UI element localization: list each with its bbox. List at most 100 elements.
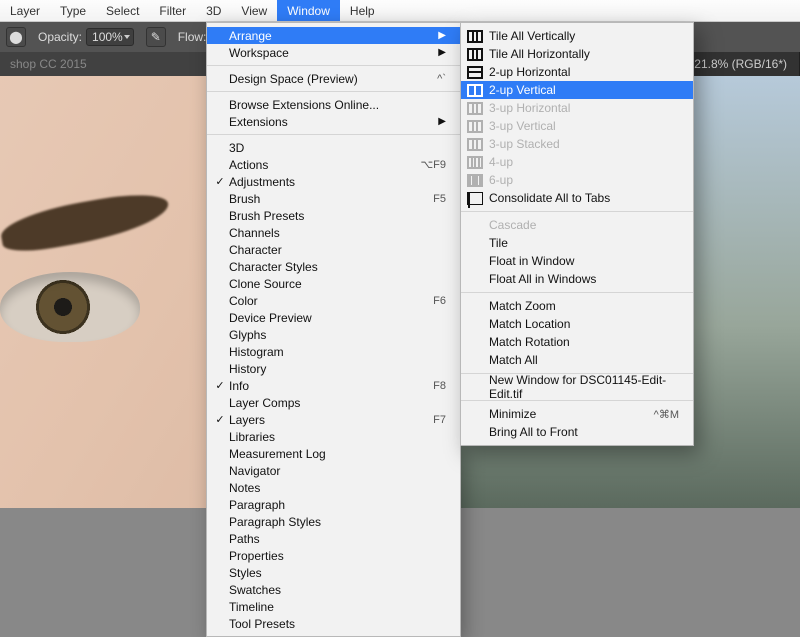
layout-icon [467, 174, 483, 187]
submenu-item-bring-all-to-front[interactable]: Bring All to Front [461, 423, 693, 441]
submenu-item-label: Match Zoom [489, 299, 679, 313]
menu-item-notes[interactable]: Notes [207, 479, 460, 496]
menu-shortcut: ⌥F9 [420, 158, 446, 171]
menu-item-layers[interactable]: ✓LayersF7 [207, 411, 460, 428]
menu-item-label: Paths [227, 532, 446, 546]
menu-shortcut: F5 [433, 193, 446, 205]
submenu-item-2-up-vertical[interactable]: 2-up Vertical [461, 81, 693, 99]
menu-item-styles[interactable]: Styles [207, 564, 460, 581]
menu-item-label: Brush Presets [227, 209, 446, 223]
submenu-item-match-all[interactable]: Match All [461, 351, 693, 369]
menu-item-adjustments[interactable]: ✓Adjustments [207, 173, 460, 190]
menu-item-label: Workspace [227, 46, 430, 60]
submenu-item-2-up-horizontal[interactable]: 2-up Horizontal [461, 63, 693, 81]
menu-item-label: Actions [227, 158, 420, 172]
menubar-item-layer[interactable]: Layer [0, 0, 50, 21]
menu-item-3d[interactable]: 3D [207, 139, 460, 156]
menu-item-label: Libraries [227, 430, 446, 444]
menubar-item-help[interactable]: Help [340, 0, 385, 21]
menu-item-character-styles[interactable]: Character Styles [207, 258, 460, 275]
menu-item-label: Device Preview [227, 311, 446, 325]
submenu-item-6-up: 6-up [461, 171, 693, 189]
menu-item-navigator[interactable]: Navigator [207, 462, 460, 479]
submenu-item-tile-all-horizontally[interactable]: Tile All Horizontally [461, 45, 693, 63]
submenu-arrow-icon: ▶ [430, 47, 446, 58]
menu-separator [207, 134, 460, 135]
menu-item-libraries[interactable]: Libraries [207, 428, 460, 445]
submenu-item-label: 6-up [489, 173, 679, 187]
submenu-item-label: 2-up Vertical [489, 83, 679, 97]
layout-icon [467, 84, 483, 97]
menubar-item-type[interactable]: Type [50, 0, 96, 21]
submenu-item-match-zoom[interactable]: Match Zoom [461, 297, 693, 315]
menu-item-layer-comps[interactable]: Layer Comps [207, 394, 460, 411]
submenu-item-new-window-for-dsc01145-edit-edit-tif[interactable]: New Window for DSC01145-Edit-Edit.tif [461, 378, 693, 396]
layout-icon [467, 156, 483, 169]
menu-item-color[interactable]: ColorF6 [207, 292, 460, 309]
menubar-item-view[interactable]: View [231, 0, 277, 21]
menu-item-extensions[interactable]: Extensions▶ [207, 113, 460, 130]
flow-label: Flow: [178, 30, 207, 44]
menu-separator [207, 91, 460, 92]
brush-preset-picker[interactable]: ⬤ [6, 27, 26, 47]
submenu-item-label: Float All in Windows [489, 272, 679, 286]
menu-item-channels[interactable]: Channels [207, 224, 460, 241]
menu-item-info[interactable]: ✓InfoF8 [207, 377, 460, 394]
menu-item-brush-presets[interactable]: Brush Presets [207, 207, 460, 224]
menu-item-label: Measurement Log [227, 447, 446, 461]
menu-item-label: Swatches [227, 583, 446, 597]
submenu-item-match-rotation[interactable]: Match Rotation [461, 333, 693, 351]
menu-item-properties[interactable]: Properties [207, 547, 460, 564]
submenu-item-label: 2-up Horizontal [489, 65, 679, 79]
menu-item-label: Color [227, 294, 433, 308]
submenu-item-3-up-stacked: 3-up Stacked [461, 135, 693, 153]
submenu-item-float-all-in-windows[interactable]: Float All in Windows [461, 270, 693, 288]
menubar-item-filter[interactable]: Filter [149, 0, 196, 21]
menu-item-label: Extensions [227, 115, 430, 129]
menu-shortcut: ^⌘M [654, 408, 679, 421]
menu-item-paragraph-styles[interactable]: Paragraph Styles [207, 513, 460, 530]
menu-item-actions[interactable]: Actions⌥F9 [207, 156, 460, 173]
menu-item-label: Adjustments [227, 175, 446, 189]
menu-item-workspace[interactable]: Workspace▶ [207, 44, 460, 61]
menu-item-swatches[interactable]: Swatches [207, 581, 460, 598]
menu-item-arrange[interactable]: Arrange▶ [207, 27, 460, 44]
menu-item-tool-presets[interactable]: Tool Presets [207, 615, 460, 632]
submenu-item-match-location[interactable]: Match Location [461, 315, 693, 333]
submenu-item-tile-all-vertically[interactable]: Tile All Vertically [461, 27, 693, 45]
menu-item-label: Navigator [227, 464, 446, 478]
menu-item-glyphs[interactable]: Glyphs [207, 326, 460, 343]
menu-item-paragraph[interactable]: Paragraph [207, 496, 460, 513]
menu-item-label: 3D [227, 141, 446, 155]
submenu-item-label: New Window for DSC01145-Edit-Edit.tif [489, 373, 679, 401]
submenu-item-label: Match Location [489, 317, 679, 331]
opacity-value[interactable]: 100% [86, 28, 134, 46]
submenu-item-minimize[interactable]: Minimize^⌘M [461, 405, 693, 423]
layout-icon [467, 30, 483, 43]
submenu-item-float-in-window[interactable]: Float in Window [461, 252, 693, 270]
menubar-item-3d[interactable]: 3D [196, 0, 231, 21]
check-icon: ✓ [213, 413, 227, 426]
menu-item-clone-source[interactable]: Clone Source [207, 275, 460, 292]
menu-item-design-space-preview-[interactable]: Design Space (Preview)^` [207, 70, 460, 87]
menu-item-paths[interactable]: Paths [207, 530, 460, 547]
menu-item-character[interactable]: Character [207, 241, 460, 258]
submenu-item-tile[interactable]: Tile [461, 234, 693, 252]
menu-item-browse-extensions-online-[interactable]: Browse Extensions Online... [207, 96, 460, 113]
menu-item-measurement-log[interactable]: Measurement Log [207, 445, 460, 462]
menu-item-timeline[interactable]: Timeline [207, 598, 460, 615]
menu-item-label: Tool Presets [227, 617, 446, 631]
pressure-opacity-icon[interactable]: ✎ [146, 27, 166, 47]
menubar-item-select[interactable]: Select [96, 0, 149, 21]
menu-shortcut: F6 [433, 295, 446, 307]
menu-item-device-preview[interactable]: Device Preview [207, 309, 460, 326]
menubar-item-window[interactable]: Window [277, 0, 340, 21]
menu-item-histogram[interactable]: Histogram [207, 343, 460, 360]
menu-item-brush[interactable]: BrushF5 [207, 190, 460, 207]
arrange-submenu: Tile All VerticallyTile All Horizontally… [460, 22, 694, 446]
window-menu-dropdown: Arrange▶Workspace▶Design Space (Preview)… [206, 22, 461, 637]
opacity-label: Opacity: [38, 30, 82, 44]
layout-icon [467, 138, 483, 151]
submenu-item-consolidate-all-to-tabs[interactable]: Consolidate All to Tabs [461, 189, 693, 207]
menu-item-history[interactable]: History [207, 360, 460, 377]
